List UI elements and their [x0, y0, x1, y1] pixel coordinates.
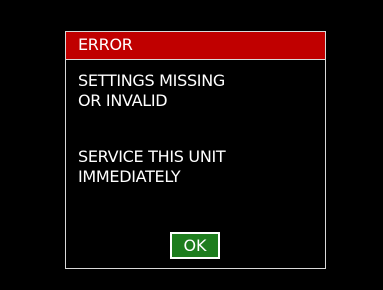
dialog-title: ERROR	[78, 35, 133, 54]
message-line: IMMEDIATELY	[78, 167, 181, 186]
dialog-title-bar: ERROR	[66, 32, 325, 60]
error-dialog: ERROR SETTINGS MISSING OR INVALID SERVIC…	[65, 31, 326, 269]
screen: ERROR SETTINGS MISSING OR INVALID SERVIC…	[0, 0, 383, 290]
message-line: SETTINGS MISSING	[78, 71, 225, 90]
message-line: OR INVALID	[78, 91, 168, 110]
message-line: SERVICE THIS UNIT	[78, 147, 226, 166]
ok-button[interactable]: OK	[170, 232, 220, 259]
